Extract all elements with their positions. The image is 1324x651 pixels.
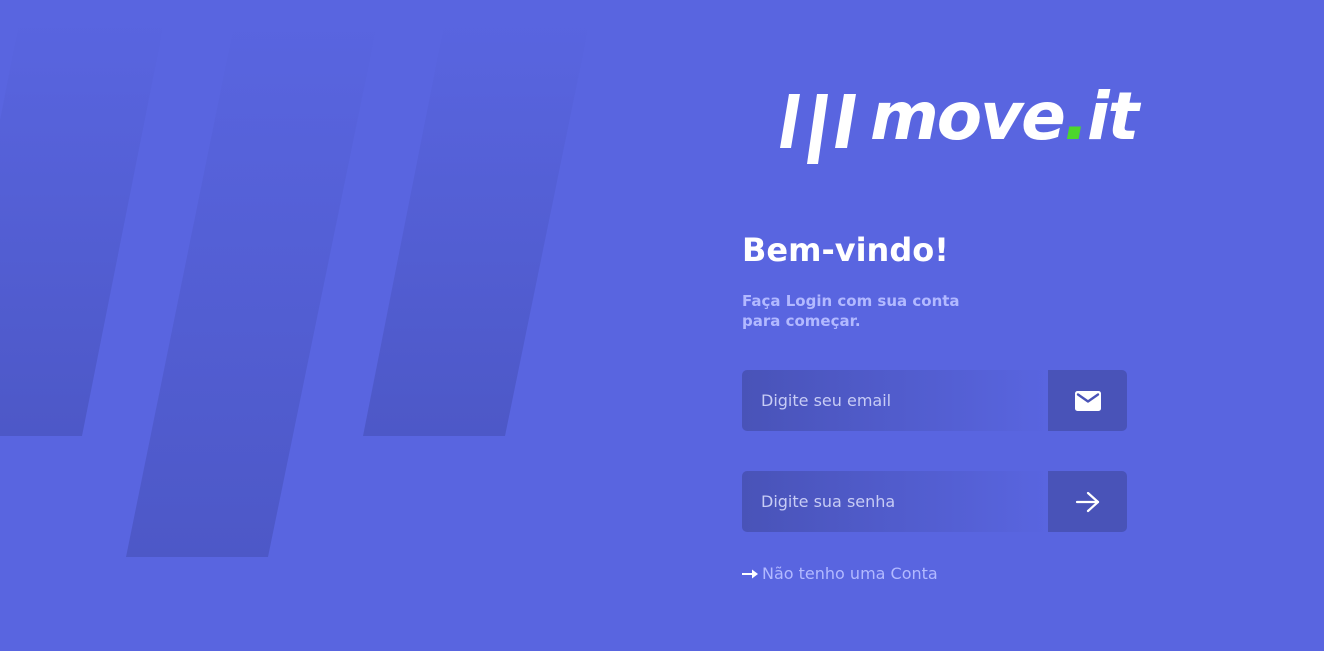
envelope-icon — [1074, 390, 1101, 411]
move-it-logo: move.it — [780, 84, 1142, 164]
email-field-group — [742, 370, 1127, 431]
logo-suffix: it — [1086, 78, 1139, 155]
signup-link-label: Não tenho uma Conta — [762, 564, 938, 583]
welcome-subtitle: Faça Login com sua conta para começar. — [742, 292, 960, 330]
arrow-right-icon — [1075, 491, 1099, 512]
background-stripes — [0, 18, 590, 557]
password-field-group — [742, 471, 1127, 532]
background-stripe — [126, 20, 378, 557]
background-stripe — [0, 18, 165, 436]
submit-button[interactable] — [1048, 471, 1127, 532]
email-button[interactable] — [1048, 370, 1127, 431]
logo-dot: . — [1063, 78, 1089, 155]
logo-bars-icon — [780, 94, 856, 164]
logo-name: move — [870, 78, 1066, 155]
logo-wordmark: move.it — [870, 84, 1139, 150]
signup-link[interactable]: Não tenho uma Conta — [742, 563, 938, 585]
password-input[interactable] — [742, 471, 1048, 532]
arrow-right-icon — [742, 569, 758, 579]
background-stripe — [363, 20, 590, 436]
welcome-title: Bem-vindo! — [742, 231, 949, 269]
login-panel: move.it Bem-vindo! Faça Login com sua co… — [742, 0, 1162, 651]
email-input[interactable] — [742, 370, 1048, 431]
